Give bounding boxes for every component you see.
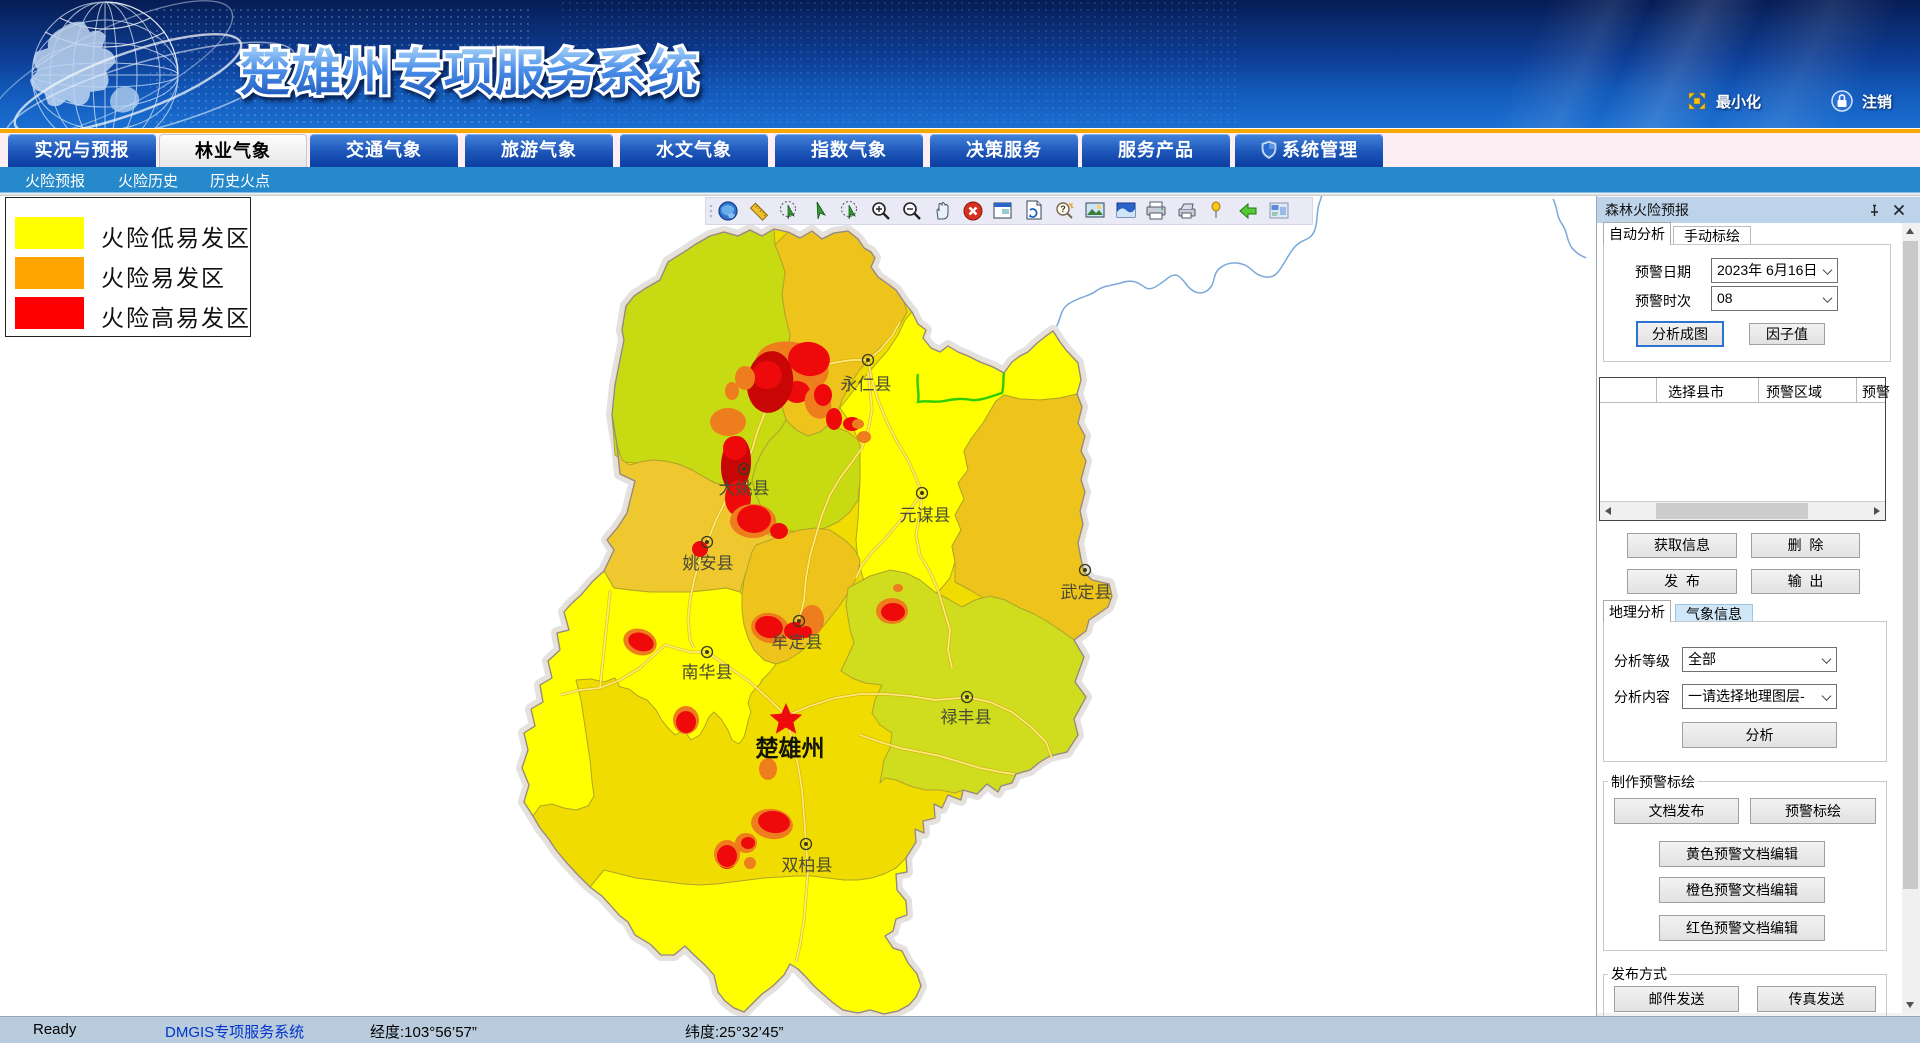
svg-text:楚雄州: 楚雄州 [756, 735, 825, 761]
svg-text:牟定县: 牟定县 [772, 633, 823, 652]
svg-text:大姚县: 大姚县 [719, 479, 770, 498]
svg-text:?: ? [1060, 204, 1066, 214]
svg-text:南华县: 南华县 [682, 663, 733, 682]
svg-text:武定县: 武定县 [1061, 583, 1112, 602]
svg-text:楚雄州专项服务系统: 楚雄州专项服务系统 [240, 45, 699, 101]
svg-text:姚安县: 姚安县 [683, 554, 734, 573]
svg-text:永仁县: 永仁县 [841, 375, 892, 394]
svg-text:元谋县: 元谋县 [900, 506, 951, 525]
svg-text:禄丰县: 禄丰县 [941, 708, 992, 727]
svg-text:双柏县: 双柏县 [782, 856, 833, 875]
